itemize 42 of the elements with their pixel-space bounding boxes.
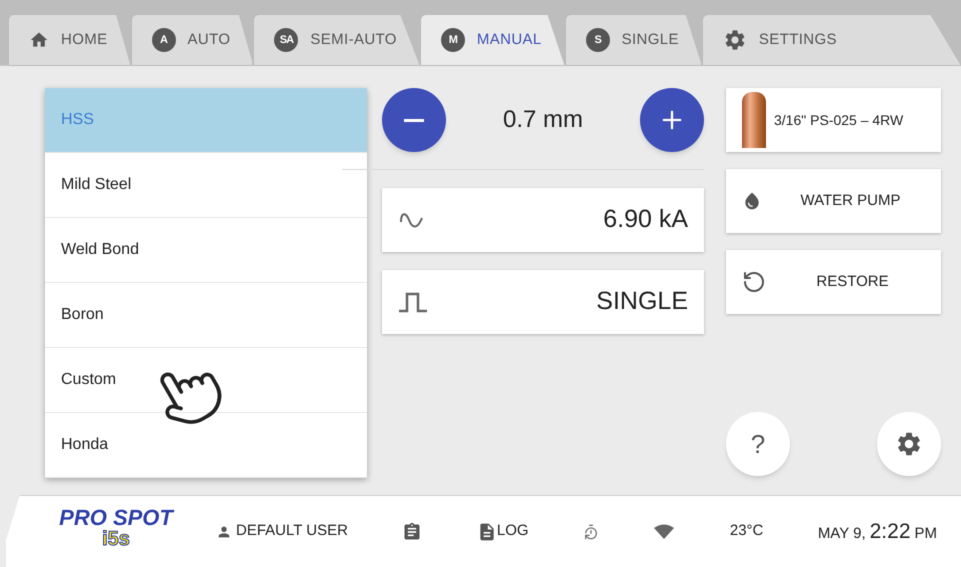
restore-icon	[742, 270, 766, 294]
timer-icon[interactable]	[582, 524, 599, 540]
settings-button[interactable]	[877, 412, 941, 476]
mode-tab[interactable]: SA SEMI-AUTO	[253, 14, 420, 66]
action-button[interactable]: 3/16" PS-025 – 4RW	[726, 88, 941, 152]
user-icon	[216, 524, 232, 540]
log-link[interactable]: LOG	[496, 520, 529, 543]
mode-tab[interactable]: HOME	[8, 14, 130, 66]
menu-item[interactable]: Custom	[45, 348, 367, 413]
logo-wordmark: PRO SPOT	[59, 506, 173, 528]
mode-tab[interactable]: M MANUAL	[420, 14, 565, 66]
electrode-drawing	[742, 92, 766, 148]
thickness-value: 0.7 mm	[502, 105, 583, 135]
mode-letter-badge: A	[152, 28, 176, 52]
menu-item[interactable]: Weld Bond	[45, 218, 367, 283]
settings-icon	[895, 430, 923, 458]
mode-letter-badge: M	[440, 28, 465, 52]
mode-tab[interactable]: A AUTO	[130, 14, 254, 66]
menu-item[interactable]: Mild Steel	[45, 153, 367, 218]
readout-card[interactable]: 6.90 kA	[382, 188, 704, 252]
decrease-button[interactable]	[382, 88, 446, 152]
menu-item[interactable]: Honda	[45, 413, 367, 478]
logo-model: i5s	[102, 528, 130, 548]
mode-letter-badge: S	[586, 28, 610, 52]
mode-tab[interactable]: S SINGLE	[564, 14, 702, 66]
mode-tab[interactable]: SETTINGS	[702, 14, 961, 66]
pulse-icon	[398, 291, 428, 313]
menu-item[interactable]: Boron	[45, 283, 367, 348]
date-time-text: MAY 9, 2:22 PM	[818, 518, 937, 545]
clipboard-icon[interactable]	[402, 522, 422, 542]
action-button[interactable]: RESTORE	[726, 250, 941, 314]
action-button[interactable]: WATER PUMP	[726, 169, 941, 233]
mode-letter-badge: SA	[274, 28, 298, 52]
help-button[interactable]: ?	[726, 412, 790, 476]
temperature-text: 23°C	[730, 521, 764, 542]
minus-icon	[404, 118, 424, 122]
readout-value: SINGLE	[596, 286, 688, 318]
wifi-icon	[653, 524, 676, 540]
user-name[interactable]: DEFAULT USER	[236, 520, 348, 543]
readout-value: 6.90 kA	[603, 204, 688, 236]
settings-icon	[722, 28, 747, 52]
readout-card[interactable]: SINGLE	[382, 270, 704, 334]
